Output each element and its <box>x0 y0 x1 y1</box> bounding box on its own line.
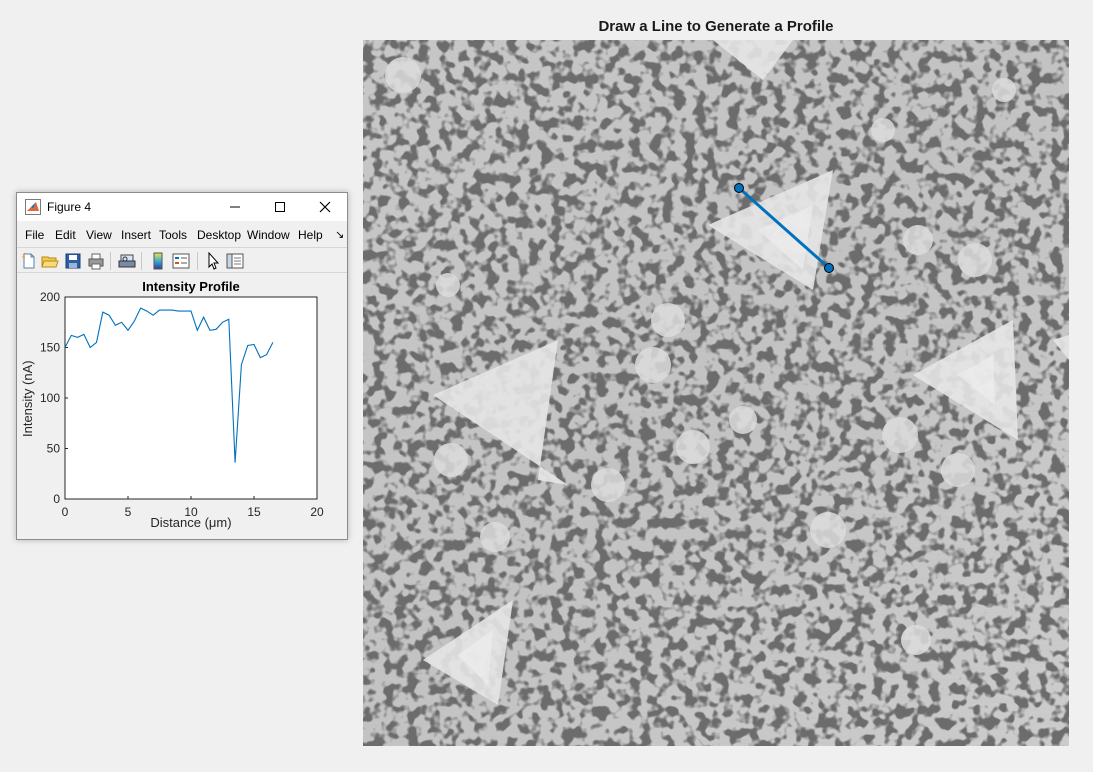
x-axis-label: Distance (μm) <box>150 515 232 530</box>
maximize-icon <box>274 202 285 212</box>
y-tick-label: 100 <box>40 391 60 405</box>
pointer-icon[interactable] <box>204 252 222 270</box>
menu-window[interactable]: Window <box>247 228 290 242</box>
window-titlebar[interactable]: Figure 4 <box>17 193 347 221</box>
maximize-button[interactable] <box>257 193 302 221</box>
menu-view[interactable]: View <box>86 228 112 242</box>
minimize-button[interactable] <box>212 193 257 221</box>
menu-edit[interactable]: Edit <box>55 228 76 242</box>
close-button[interactable] <box>302 193 347 221</box>
print-icon[interactable] <box>87 252 105 270</box>
plot-axes-box <box>64 296 318 500</box>
property-inspector-icon[interactable] <box>226 252 244 270</box>
close-icon <box>319 201 330 213</box>
menu-help[interactable]: Help <box>298 228 323 242</box>
line-endpoint-start-handle[interactable] <box>734 183 744 193</box>
menu-tools[interactable]: Tools <box>159 228 187 242</box>
minimize-icon <box>229 206 240 208</box>
toolbar-separator <box>197 252 198 270</box>
afm-image[interactable] <box>363 40 1069 746</box>
print-preview-icon[interactable] <box>118 252 136 270</box>
main-figure-title: Draw a Line to Generate a Profile <box>598 18 834 35</box>
menu-insert[interactable]: Insert <box>121 228 151 242</box>
menu-desktop[interactable]: Desktop <box>197 228 241 242</box>
afm-image-axes[interactable] <box>363 40 1069 746</box>
intensity-profile-chart[interactable]: 0 5 10 15 20050100150200 <box>17 275 347 539</box>
chart-title: Intensity Profile <box>142 279 240 294</box>
line-endpoint-end-handle[interactable] <box>824 263 834 273</box>
new-file-icon[interactable] <box>20 252 38 270</box>
save-icon[interactable] <box>64 252 82 270</box>
y-tick-label: 0 <box>53 492 60 506</box>
profile-plot-area[interactable]: 0 5 10 15 20 0 50 100 150 200 Intensity Profile I… <box>17 275 347 539</box>
menu-bar: File Edit View Insert Tools Desktop Wind… <box>17 224 347 244</box>
figure-toolbar <box>17 247 347 273</box>
y-tick-label: 50 <box>47 442 61 456</box>
y-tick-label: 150 <box>40 341 60 355</box>
toolbar-separator <box>110 252 111 270</box>
y-tick-label: 200 <box>40 290 60 304</box>
matlab-icon <box>25 199 41 215</box>
window-title: Figure 4 <box>47 200 92 214</box>
colorbar-icon[interactable] <box>149 252 167 270</box>
legend-icon[interactable] <box>172 252 190 270</box>
open-folder-icon[interactable] <box>41 252 59 270</box>
menu-overflow-arrow[interactable]: ↘ <box>335 228 344 241</box>
menu-file[interactable]: File <box>25 228 44 242</box>
figure-4-window[interactable]: Figure 4 File Edit View Insert Tools Des… <box>16 192 348 540</box>
y-axis-label: Intensity (nA) <box>20 360 35 437</box>
toolbar-separator <box>141 252 142 270</box>
